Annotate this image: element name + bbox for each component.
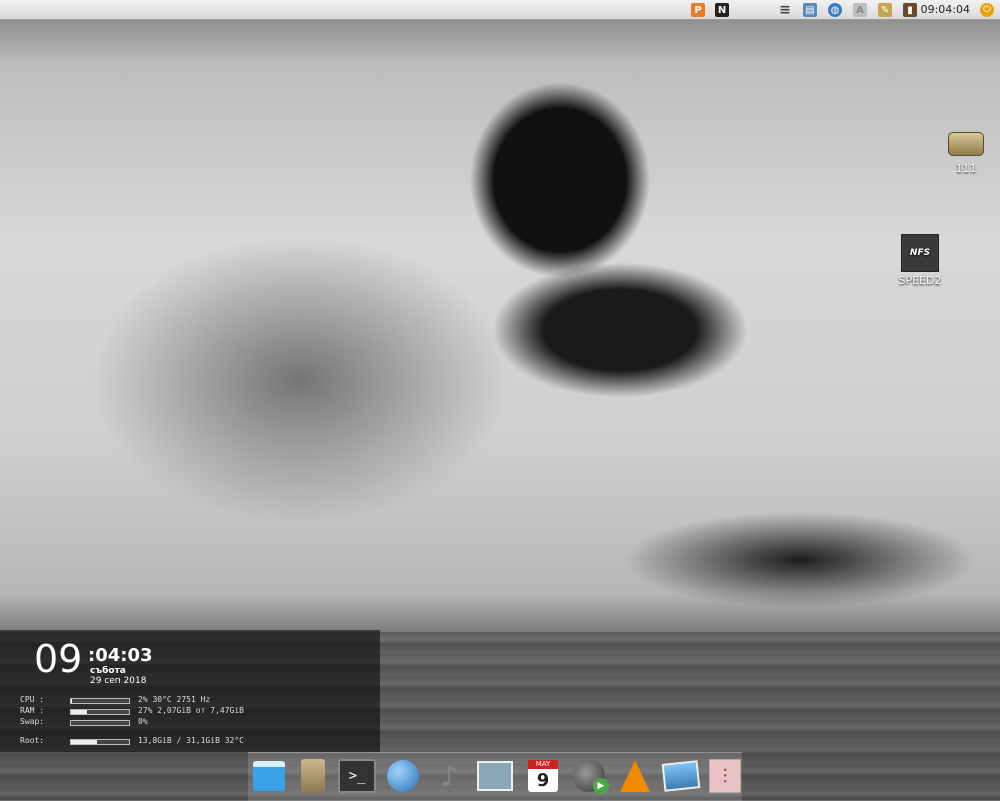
dock-item-vlc[interactable] xyxy=(616,757,654,795)
tray-item-5[interactable]: ◍ xyxy=(827,0,843,20)
conky-minutes: :04:03 xyxy=(88,645,153,666)
desktop-icon-label: SPEED2 xyxy=(898,274,942,287)
panel-clock[interactable]: 09:04:04 xyxy=(921,0,970,20)
archive-icon xyxy=(301,759,325,793)
tray-item-4[interactable]: ▤ xyxy=(802,0,818,20)
root-bar xyxy=(70,739,130,745)
dock: >_ ♪ MAY 9 ▶ ⫶ xyxy=(248,752,742,801)
dock-item-video[interactable]: ▶ xyxy=(570,757,609,795)
dock-item-terminal[interactable]: >_ xyxy=(338,757,376,795)
dock-item-archive[interactable] xyxy=(294,757,332,795)
tray-item-8[interactable]: ▮ xyxy=(902,0,918,20)
music-player-icon: ♪ xyxy=(440,759,458,793)
tray-item-7[interactable]: ✎ xyxy=(877,0,893,20)
drive-icon xyxy=(948,132,984,156)
desktop-icon-speed2[interactable]: NFS SPEED2 xyxy=(890,234,950,287)
nfs-icon: NFS xyxy=(901,234,939,272)
keyboard-layout-icon: A xyxy=(853,3,867,17)
screenshot-icon xyxy=(477,761,513,791)
desktop-icon-111[interactable]: 111 xyxy=(936,132,996,175)
vlc-icon xyxy=(620,760,650,792)
cpu-bar xyxy=(70,698,130,704)
dock-item-mixer[interactable]: ⫶ xyxy=(706,757,744,795)
file-manager-icon xyxy=(253,761,285,791)
calendar-icon: ▤ xyxy=(803,3,817,17)
ram-bar xyxy=(70,709,130,715)
power-icon[interactable]: ⏻ xyxy=(980,3,994,17)
conky-day: събота xyxy=(90,666,126,676)
conky-date: 29 сеп 2018 xyxy=(90,676,147,686)
video-player-icon: ▶ xyxy=(573,760,609,794)
tray-item-6[interactable]: A xyxy=(852,0,868,20)
menu-list-icon: ≡ xyxy=(779,2,791,18)
dock-item-browser[interactable] xyxy=(384,757,422,795)
dock-item-calendar[interactable]: MAY 9 xyxy=(524,757,562,795)
mixer-settings-icon: ⫶ xyxy=(709,759,741,793)
notepad-icon: N xyxy=(715,3,729,17)
dock-item-screenshot[interactable] xyxy=(476,757,514,795)
dock-item-images[interactable] xyxy=(661,757,701,795)
tray-item-1[interactable]: P xyxy=(690,0,706,20)
battery-icon: ▮ xyxy=(903,3,917,17)
image-viewer-icon xyxy=(661,760,701,792)
calendar-dock-icon: MAY 9 xyxy=(528,760,558,792)
network-globe-icon: ◍ xyxy=(828,3,842,17)
conky-widget: 09 :04:03 събота 29 сеп 2018 CPU : 2% 30… xyxy=(0,630,380,752)
dock-item-files[interactable] xyxy=(250,757,288,795)
pidgin-icon: P xyxy=(691,3,705,17)
tray-item-3[interactable]: ≡ xyxy=(776,0,794,20)
clipboard-icon: ✎ xyxy=(878,3,892,17)
terminal-icon: >_ xyxy=(338,759,376,793)
dock-item-music[interactable]: ♪ xyxy=(430,757,468,795)
desktop-icon-label: 111 xyxy=(955,162,977,175)
top-panel: P N ≡ ▤ ◍ A ✎ ▮ 09:04:04 ⏻ xyxy=(0,0,1000,20)
conky-hour: 09 xyxy=(34,637,83,681)
tray-item-2[interactable]: N xyxy=(714,0,730,20)
web-browser-icon xyxy=(387,760,419,792)
swap-bar xyxy=(70,720,130,726)
